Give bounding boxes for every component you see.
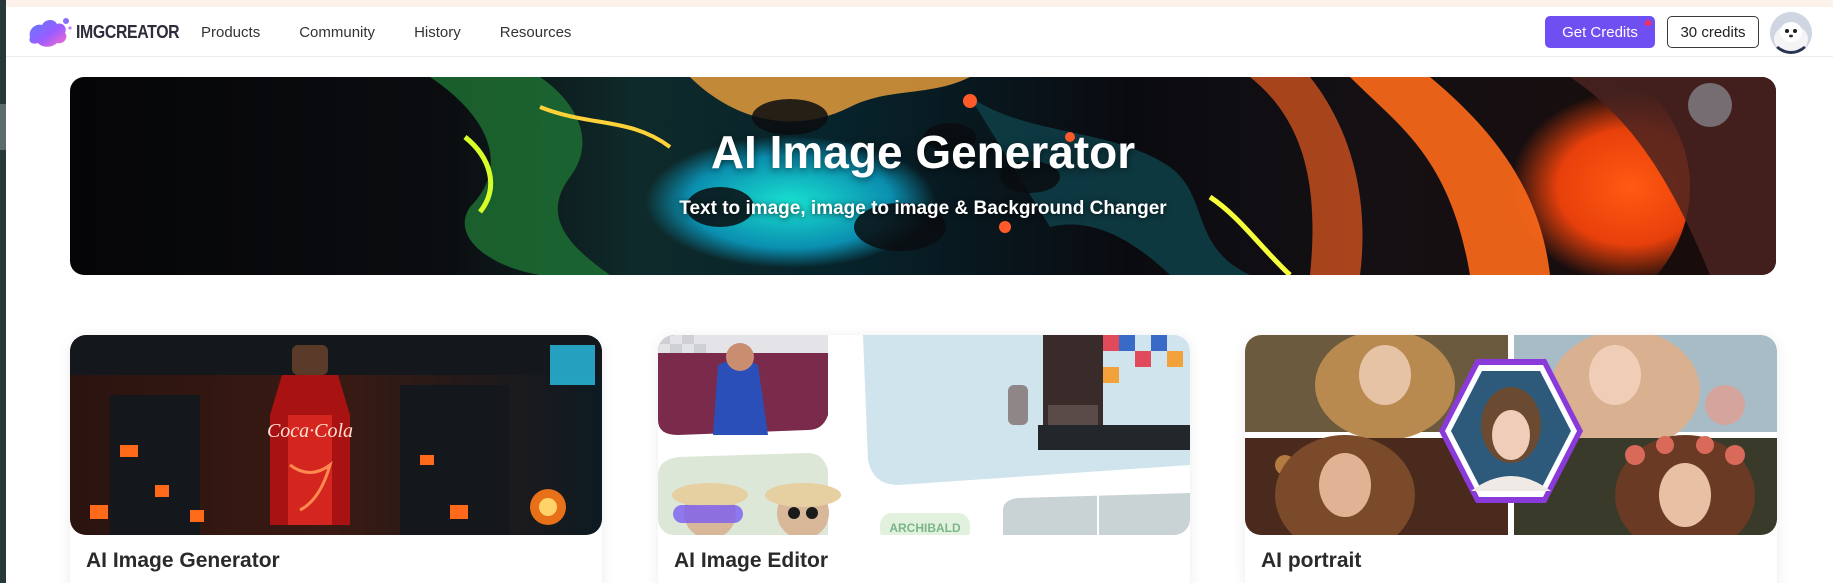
window-edge [0,0,6,583]
card-title: AI Image Generator [86,549,280,572]
portrait-collage [1245,335,1777,535]
main-nav: Products Community History Resources [201,7,610,57]
card-ai-image-generator[interactable]: Coca·Cola AI Image Generator [70,335,602,583]
get-credits-label: Get Credits [1562,23,1638,41]
notification-dot [1645,20,1651,26]
top-strip [6,0,1833,7]
card-image: Coca·Cola [70,335,602,535]
credits-balance[interactable]: 30 credits [1667,16,1759,48]
logo-icon [29,18,72,47]
cola-bottle-image: Coca·Cola [70,335,602,535]
window-edge-handle [0,104,6,150]
card-ai-portrait[interactable]: AI portrait [1245,335,1777,583]
card-ai-image-editor[interactable]: ARCHIBALD AI Image Editor [658,335,1190,583]
nav-products[interactable]: Products [201,24,260,41]
hero-subtitle: Text to image, image to image & Backgrou… [679,198,1167,219]
card-title: AI Image Editor [674,549,829,572]
logo-text: IMGCREATOR [76,21,180,42]
avatar-image [1770,12,1812,54]
hero-banner: AI Image Generator Text to image, image … [70,77,1776,275]
card-image-text: ARCHIBALD [889,521,961,535]
user-avatar[interactable] [1770,12,1812,54]
nav-resources[interactable]: Resources [500,24,572,41]
hero-title: AI Image Generator [710,126,1136,178]
top-navigation-bar: IMGCREATOR Products Community History Re… [6,7,1833,57]
card-image [1245,335,1777,535]
svg-text:Coca·Cola: Coca·Cola [267,420,353,442]
nav-history[interactable]: History [414,24,461,41]
nav-community[interactable]: Community [299,24,375,41]
card-image: ARCHIBALD [658,335,1190,535]
credits-balance-label: 30 credits [1680,23,1746,41]
image-editor-collage: ARCHIBALD [658,335,1190,535]
card-title: AI portrait [1261,549,1362,572]
get-credits-button[interactable]: Get Credits [1545,16,1655,48]
logo[interactable]: IMGCREATOR [26,15,193,49]
